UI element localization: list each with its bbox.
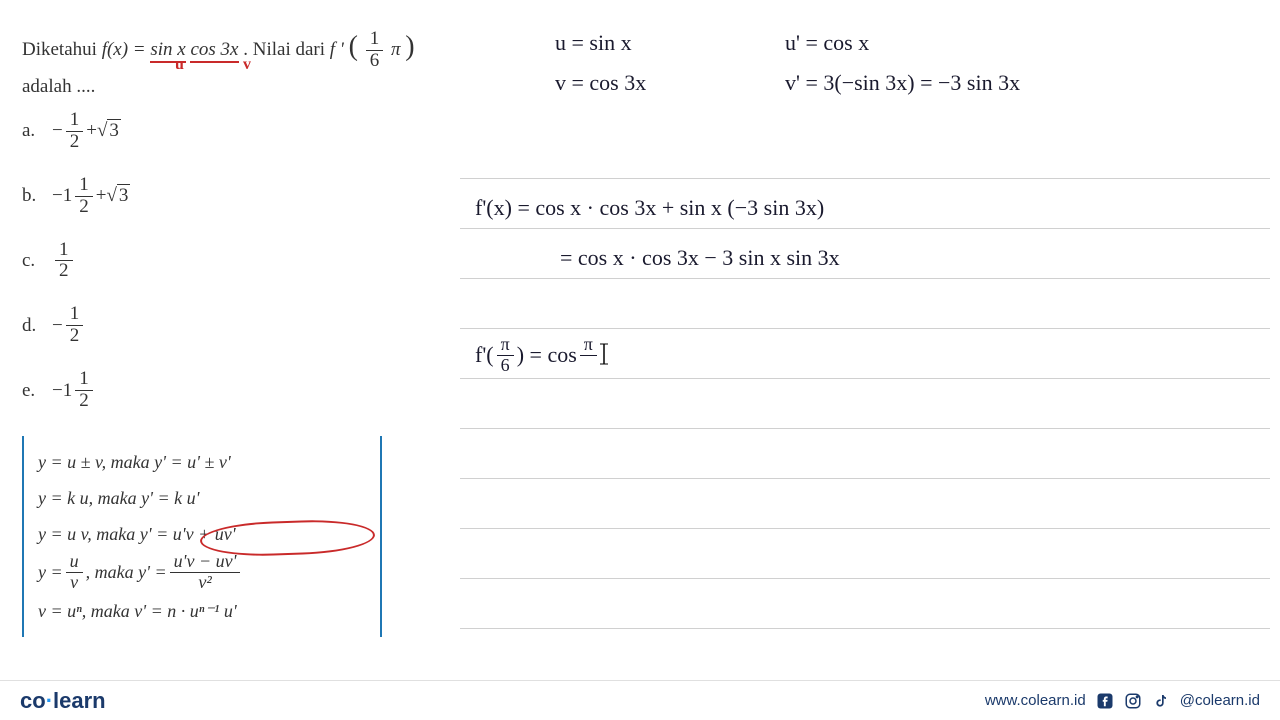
rparen: ) [405,31,414,62]
hw-v-def: v = cos 3x [555,70,646,96]
option-c: c. 1 2 [22,240,130,283]
tiktok-icon [1152,692,1170,710]
derivative-rules-box: y = u ± v, maka y' = u' ± v' y = k u, ma… [22,436,382,637]
rule-constant: y = k u, maka y' = k u' [38,480,366,516]
option-b-plus: + [96,185,107,207]
problem-middle: . Nilai dari [243,39,330,60]
options-list: a. − 1 2 + 3 b. −1 1 2 + 3 c. [22,110,130,434]
option-e-mixed: −1 1 2 [52,369,96,412]
option-a-label: a. [22,120,52,142]
option-d-label: d. [22,315,52,337]
hw-u-prime: u' = cos x [785,30,869,56]
ruled-line [460,228,1270,229]
ruled-line [460,278,1270,279]
v-annotation: v [243,56,251,74]
option-e-label: e. [22,380,52,402]
option-c-label: c. [22,250,52,272]
arg-den: 6 [366,51,384,72]
option-d: d. − 1 2 [22,304,130,347]
arg-num: 1 [366,29,384,51]
option-d-frac: 1 2 [66,304,84,347]
instagram-icon [1124,692,1142,710]
main-content: Diketahui f(x) = sin x cos 3x . Nilai da… [0,0,1280,680]
option-a-neg: − [52,120,63,142]
problem-prefix: Diketahui [22,39,102,60]
rule-quotient: y = u v , maka y' = u'v − uv' v² [38,552,366,593]
ruled-line [460,578,1270,579]
option-b-label: b. [22,185,52,207]
cos3x-term: cos 3x [190,39,238,63]
hw-u-def: u = sin x [555,30,632,56]
product-rule-formula: y' = u'v + uv' [140,524,236,544]
arg-fraction: 1 6 [366,29,384,72]
ruled-line [460,428,1270,429]
ruled-line [460,478,1270,479]
option-a-plus: + [86,120,97,142]
ruled-line [460,528,1270,529]
option-a: a. − 1 2 + 3 [22,110,130,153]
ruled-line [460,628,1270,629]
facebook-icon [1096,692,1114,710]
option-b: b. −1 1 2 + 3 [22,175,130,218]
fx-label: f(x) = [102,39,151,60]
rule-power: v = uⁿ, maka v' = n · uⁿ⁻¹ u' [38,593,366,629]
option-e: e. −1 1 2 [22,369,130,412]
option-d-neg: − [52,315,63,337]
footer-url: www.colearn.id [985,692,1086,709]
hw-fprime-eval: f'( π 6 ) = cos π _ [475,335,608,376]
hw-fprime-line2: = cos x · cos 3x − 3 sin x sin 3x [560,245,840,271]
text-cursor [600,342,608,372]
lparen: ( [349,31,358,62]
footer-handle: @colearn.id [1180,692,1260,709]
colearn-logo: co·learn [20,688,106,714]
footer: co·learn www.colearn.id @colearn.id [0,680,1280,720]
rule-product: y = u v, maka y' = u'v + uv' [38,516,366,552]
problem-suffix: adalah .... [22,76,95,97]
option-a-frac: 1 2 [66,110,84,153]
ruled-line [460,178,1270,179]
option-b-mixed: −1 1 2 [52,175,96,218]
arg-pi: π [391,39,401,60]
footer-right: www.colearn.id @colearn.id [985,692,1260,710]
ruled-line [460,378,1270,379]
ruled-line [460,328,1270,329]
fprime-label: f ' [330,39,344,60]
u-annotation: u [175,56,184,74]
problem-statement: Diketahui f(x) = sin x cos 3x . Nilai da… [22,25,415,102]
hw-v-prime: v' = 3(−sin 3x) = −3 sin 3x [785,70,1020,96]
rule-sum: y = u ± v, maka y' = u' ± v' [38,444,366,480]
hw-fprime-line1: f'(x) = cos x · cos 3x + sin x (−3 sin 3… [475,195,824,221]
option-c-frac: 1 2 [55,240,73,283]
option-b-sqrt: 3 [106,185,130,207]
option-a-sqrt: 3 [97,120,121,142]
